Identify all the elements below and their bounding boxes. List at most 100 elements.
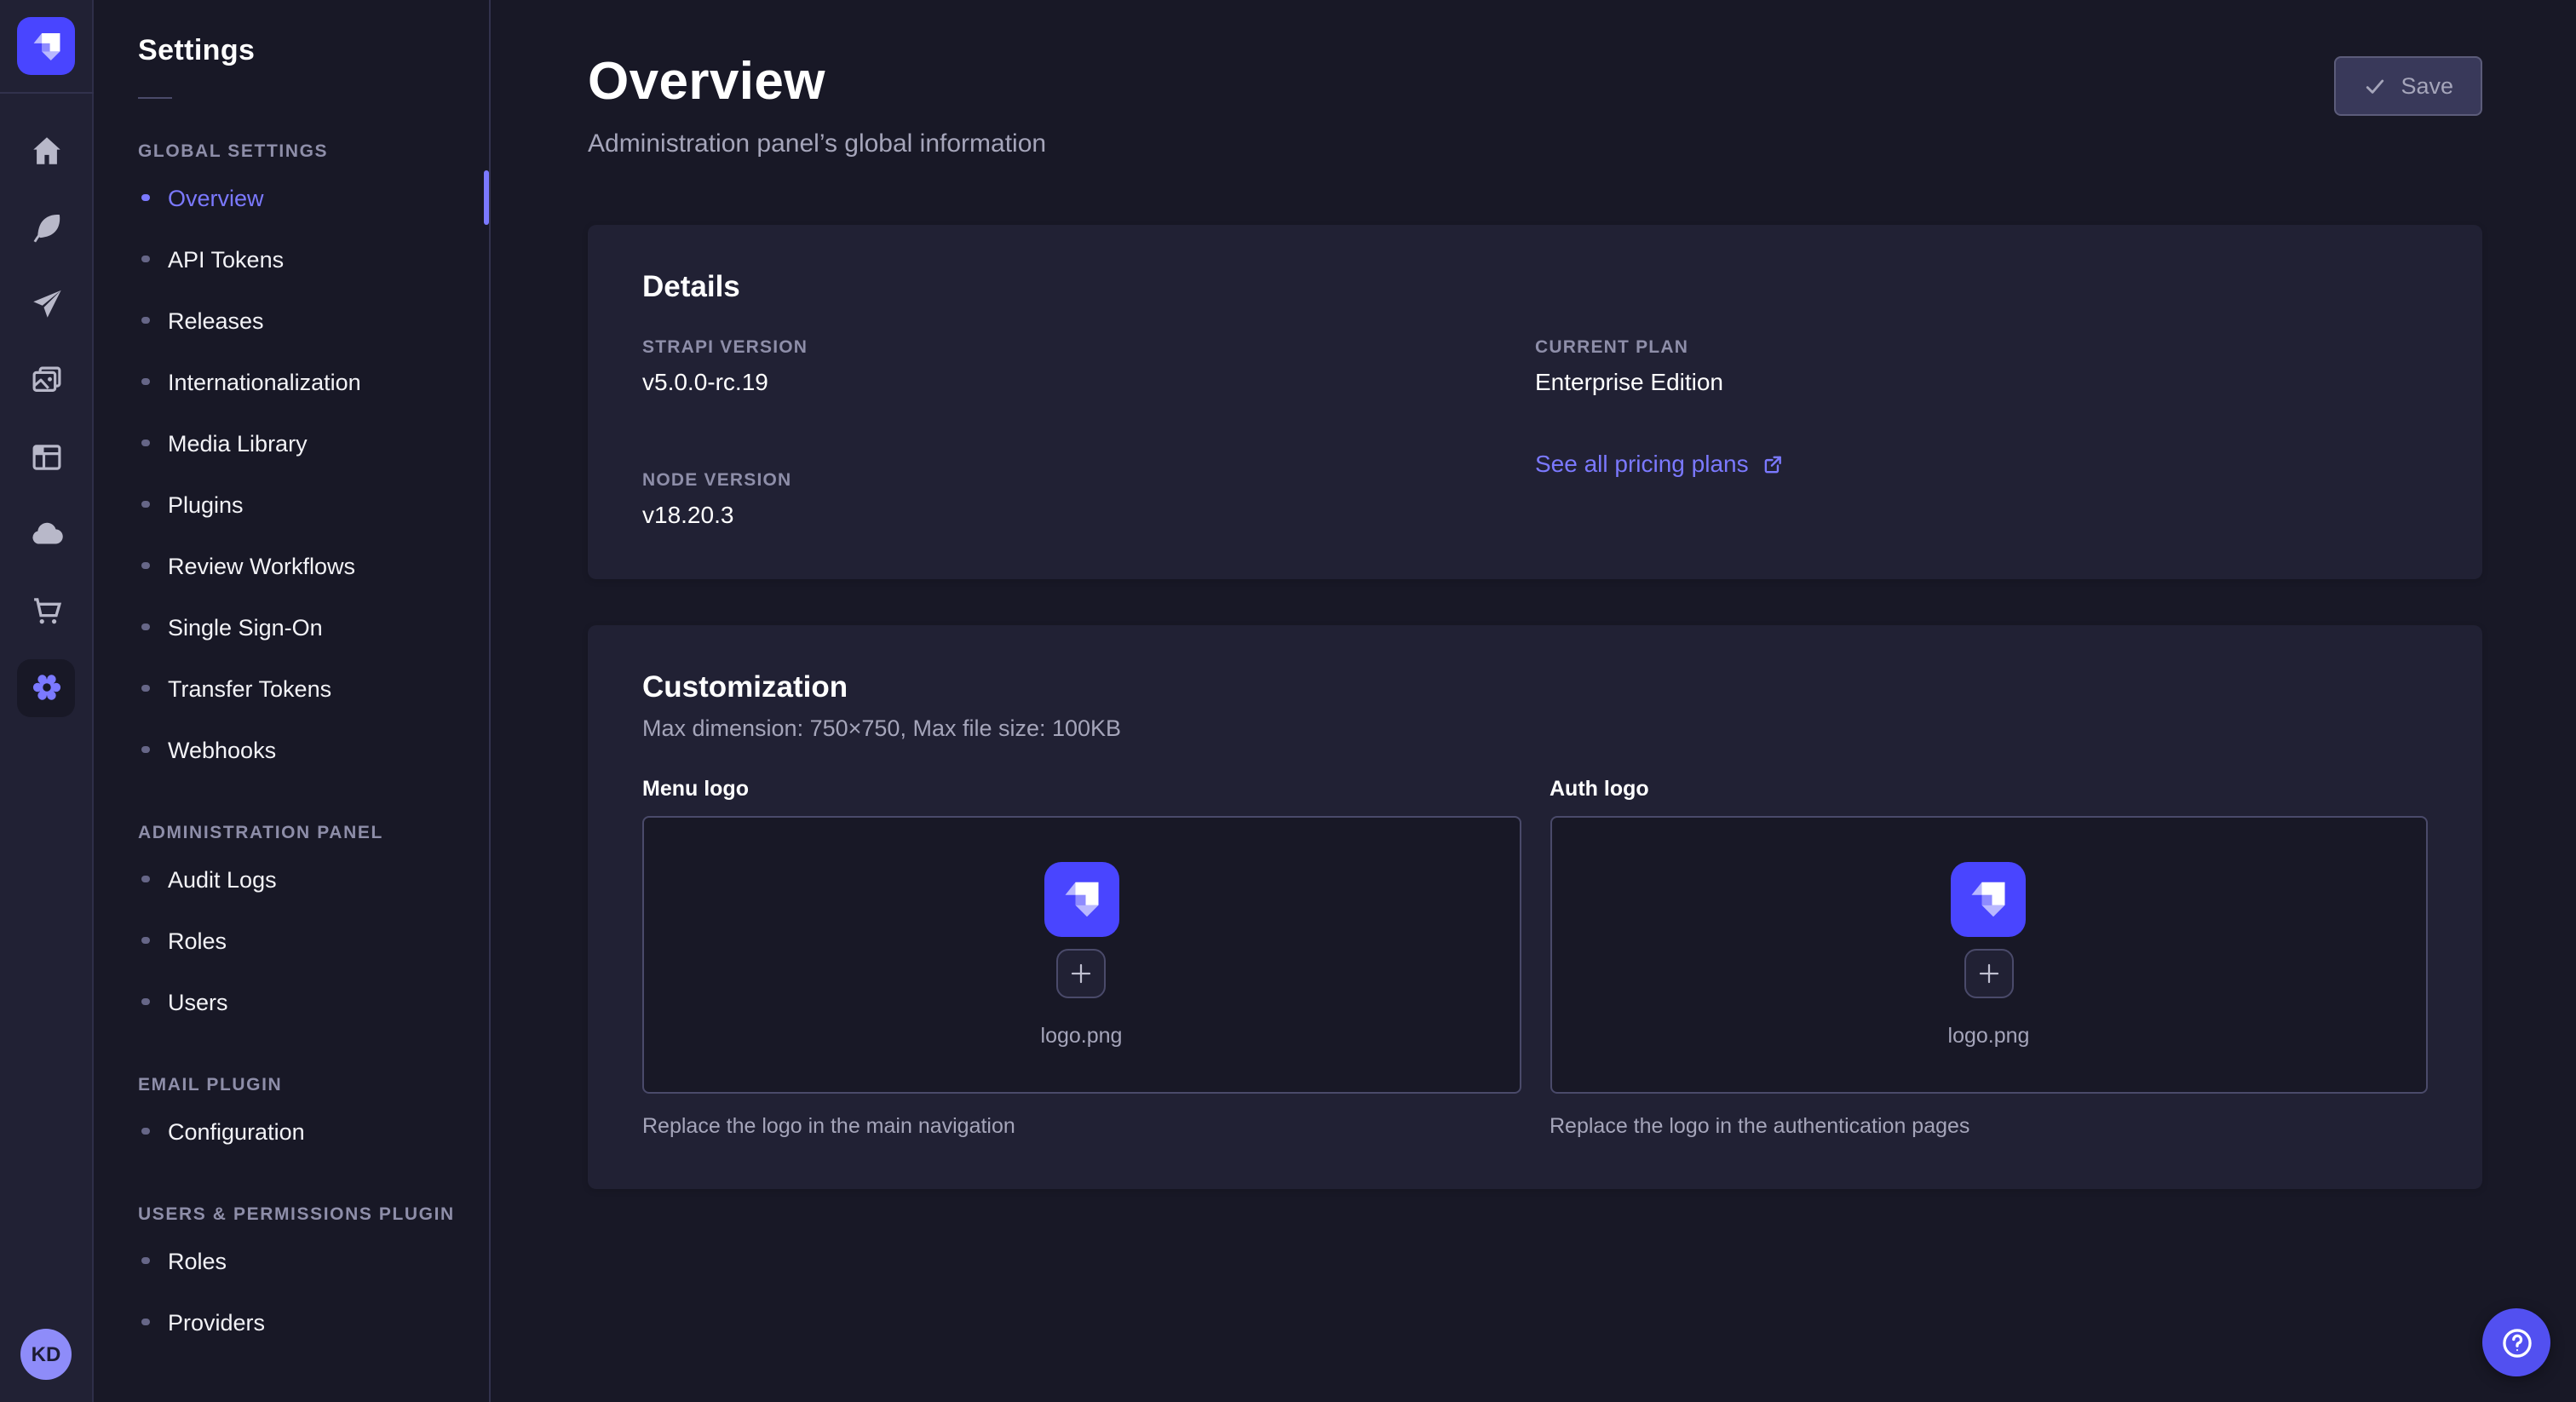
cloud-icon[interactable] [8,496,84,572]
bullet-icon [141,998,149,1006]
auth-logo-hint: Replace the logo in the authentication p… [1550,1114,2428,1138]
auth-logo-preview [1952,862,2027,937]
sidebar-item-api-tokens[interactable]: API Tokens [94,228,489,290]
strapi-logo-icon[interactable] [17,17,75,75]
bullet-icon [141,746,149,754]
bullet-icon [141,256,149,263]
current-plan-value: Enterprise Edition [1535,368,2428,395]
node-version-label: NODE VERSION [642,470,1535,491]
sidebar-item-label: Review Workflows [168,553,355,578]
customization-card-title: Customization [642,669,2428,705]
section-label-administration-panel: ADMINISTRATION PANEL [94,823,489,843]
gear-icon[interactable] [8,649,84,726]
menu-logo-filename: logo.png [1041,1024,1123,1048]
page-subtitle: Administration panel’s global informatio… [588,129,1046,158]
sidebar-item-overview[interactable]: Overview [94,167,489,228]
auth-logo-filename: logo.png [1948,1024,2030,1048]
sidebar-item-label: Transfer Tokens [168,675,331,701]
sidebar-item-label: Overview [168,185,264,210]
sidebar-item-plugins[interactable]: Plugins [94,474,489,535]
feather-icon[interactable] [8,189,84,266]
app-window: KD Settings GLOBAL SETTINGS Overview API… [0,0,2576,1402]
main-nav-rail: KD [0,0,94,1402]
sidebar-item-label: Media Library [168,430,308,456]
sidebar-item-transfer-tokens[interactable]: Transfer Tokens [94,658,489,719]
menu-logo-add-button[interactable] [1057,949,1107,998]
subnav-title-divider [138,97,172,99]
strapi-version-value: v5.0.0-rc.19 [642,368,1535,395]
cart-icon[interactable] [8,572,84,649]
auth-logo-add-button[interactable] [1964,949,2014,998]
node-version-value: v18.20.3 [642,501,1535,528]
auth-logo-field: Auth logo logo.png Replace the logo in t… [1550,777,2428,1138]
check-icon [2363,74,2387,98]
auth-logo-upload-box[interactable]: logo.png [1550,816,2428,1094]
sidebar-item-label: Providers [168,1309,265,1335]
subnav-title: Settings [94,34,489,68]
auth-logo-label: Auth logo [1550,777,2428,801]
pricing-plans-link-label: See all pricing plans [1535,450,1749,477]
home-icon[interactable] [8,112,84,189]
sidebar-item-internationalization[interactable]: Internationalization [94,351,489,412]
external-link-icon [1762,452,1785,474]
details-card-title: Details [642,269,2428,305]
paper-plane-icon[interactable] [8,266,84,342]
bullet-icon [141,378,149,386]
sidebar-item-audit-logs[interactable]: Audit Logs [94,848,489,910]
main-content: Overview Administration panel’s global i… [491,0,2576,1402]
sidebar-item-admin-roles[interactable]: Roles [94,910,489,971]
sidebar-item-review-workflows[interactable]: Review Workflows [94,535,489,596]
sidebar-item-single-sign-on[interactable]: Single Sign-On [94,596,489,658]
details-card: Details STRAPI VERSION v5.0.0-rc.19 NODE… [588,225,2482,579]
settings-subnav: Settings GLOBAL SETTINGS Overview API To… [94,0,491,1402]
bullet-icon [141,317,149,325]
avatar[interactable]: KD [20,1329,72,1380]
bullet-icon [141,876,149,883]
sidebar-item-label: Roles [168,928,227,953]
sidebar-item-label: API Tokens [168,246,284,272]
sidebar-item-webhooks[interactable]: Webhooks [94,719,489,780]
bullet-icon [141,1128,149,1135]
sidebar-item-label: Releases [168,307,264,333]
strapi-glyph-icon [30,30,62,62]
plus-icon [1976,961,2002,986]
help-button[interactable] [2482,1308,2550,1376]
sidebar-item-label: Plugins [168,491,244,517]
menu-logo-label: Menu logo [642,777,1521,801]
save-button-label: Save [2401,73,2453,99]
bullet-icon [141,562,149,570]
save-button[interactable]: Save [2334,56,2482,116]
menu-logo-hint: Replace the logo in the main navigation [642,1114,1521,1138]
pictures-icon[interactable] [8,342,84,419]
layout-icon[interactable] [8,419,84,496]
sidebar-item-label: Roles [168,1248,227,1273]
menu-logo-preview [1044,862,1119,937]
section-label-global-settings: GLOBAL SETTINGS [94,141,489,162]
sidebar-item-label: Webhooks [168,737,276,762]
bullet-icon [141,501,149,509]
sidebar-item-email-configuration[interactable]: Configuration [94,1100,489,1162]
pricing-plans-link[interactable]: See all pricing plans [1535,450,1785,477]
strapi-glyph-icon [1969,879,2010,920]
page-title: Overview [588,51,1046,112]
bullet-icon [141,937,149,945]
bullet-icon [141,1319,149,1326]
sidebar-item-media-library[interactable]: Media Library [94,412,489,474]
sidebar-item-releases[interactable]: Releases [94,290,489,351]
bullet-icon [141,440,149,447]
menu-logo-upload-box[interactable]: logo.png [642,816,1521,1094]
sidebar-item-admin-users[interactable]: Users [94,971,489,1032]
sidebar-item-label: Single Sign-On [168,614,323,640]
settings-active-tile [17,658,75,716]
bullet-icon [141,194,149,202]
bullet-icon [141,1257,149,1265]
sidebar-item-up-providers[interactable]: Providers [94,1291,489,1353]
question-circle-icon [2498,1324,2534,1360]
strapi-glyph-icon [1061,879,1102,920]
section-label-users-permissions-plugin: USERS & PERMISSIONS PLUGIN [94,1204,489,1225]
gear-glyph [28,669,64,705]
strapi-version-label: STRAPI VERSION [642,337,1535,358]
sidebar-item-up-roles[interactable]: Roles [94,1230,489,1291]
current-plan-label: CURRENT PLAN [1535,337,2428,358]
active-item-indicator [484,170,489,225]
